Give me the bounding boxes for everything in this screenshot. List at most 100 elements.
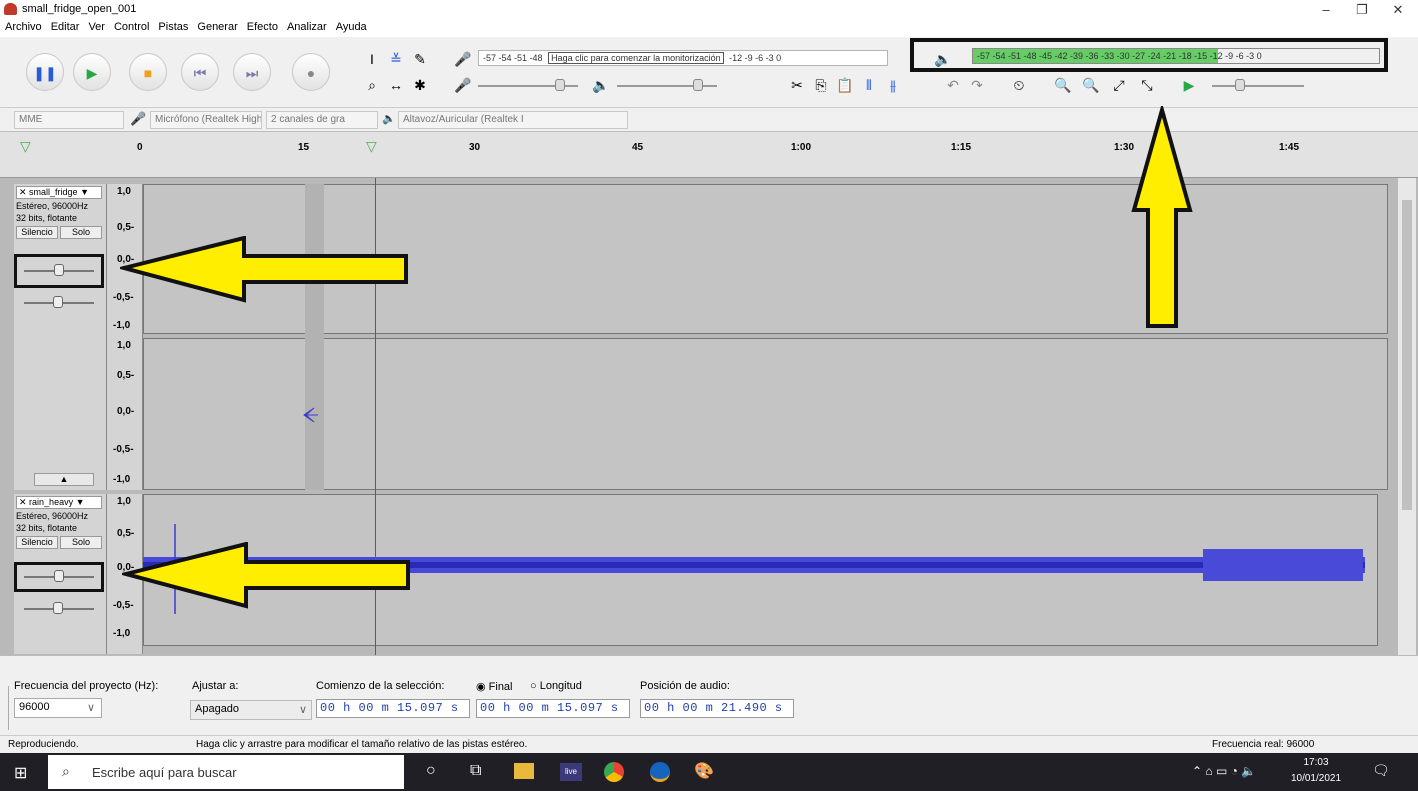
notifications-icon[interactable]: 🗨 <box>1372 762 1390 779</box>
track-control-panel-small-fridge: ✕ small_fridge ▼ Estéreo, 96000Hz 32 bit… <box>14 184 107 490</box>
chrome-icon[interactable] <box>604 762 624 782</box>
track-name-menu[interactable]: ✕ rain_heavy ▼ <box>16 496 102 509</box>
copy-icon[interactable]: ⎘ <box>810 73 832 95</box>
play-speed-thumb[interactable] <box>1235 79 1245 91</box>
pause-button[interactable]: ❚❚ <box>26 53 64 91</box>
record-volume-mic-icon: 🎤 <box>454 77 472 93</box>
play-head-marker-icon[interactable]: ▽ <box>366 138 377 155</box>
gain-slider-thumb[interactable] <box>54 570 64 582</box>
zoom-tool-icon[interactable]: ⌕ <box>361 73 383 95</box>
menu-editar[interactable]: Editar <box>46 19 84 33</box>
gain-slider-thumb[interactable] <box>54 264 64 276</box>
mute-button[interactable]: Silencio <box>16 536 58 549</box>
live-app-icon[interactable]: live <box>560 763 582 781</box>
cut-icon[interactable]: ✂ <box>786 73 808 95</box>
multi-tool-icon[interactable]: ✱ <box>409 73 431 95</box>
title-bar: small_fridge_open_001 – ❐ ✕ <box>0 0 1418 19</box>
selection-end-time[interactable]: 00 h 00 m 15.097 s <box>476 699 630 718</box>
playback-meter[interactable]: -57 -54 -51 -48 -45 -42 -39 -36 -33 -30 … <box>972 48 1380 64</box>
playback-volume-speaker-icon: 🔈 <box>592 77 610 93</box>
project-rate-select[interactable]: 96000 ∨ <box>14 698 102 718</box>
paste-icon[interactable]: 📋 <box>834 73 856 95</box>
zoom-out-icon[interactable]: 🔍 <box>1080 73 1102 95</box>
record-volume-thumb[interactable] <box>555 79 565 91</box>
menu-analizar[interactable]: Analizar <box>282 19 331 33</box>
snap-to-select[interactable]: Apagado ∨ <box>190 700 312 720</box>
vertical-scrollbar[interactable] <box>1398 178 1416 655</box>
pin-head-icon[interactable]: ▽ <box>20 138 31 155</box>
record-button[interactable]: ● <box>292 53 330 91</box>
axis-label: -1,0 <box>113 474 131 485</box>
solo-button[interactable]: Solo <box>60 536 102 549</box>
vertical-ruler-track-1[interactable]: 1,0 0,5- 0,0- -0,5- -1,0 1,0 0,5- 0,0- -… <box>107 184 143 490</box>
solo-button[interactable]: Solo <box>60 226 102 239</box>
selection-tool-icon[interactable]: I <box>361 47 383 69</box>
cortana-icon[interactable]: ○ <box>426 762 436 780</box>
skip-end-button[interactable]: ⏭ <box>233 53 271 91</box>
menu-ver[interactable]: Ver <box>83 19 109 33</box>
track-format-info: Estéreo, 96000Hz <box>16 511 89 521</box>
task-view-icon[interactable]: ⧉ <box>470 762 481 780</box>
recording-meter-scale-right: -12 -9 -6 -3 0 <box>729 53 782 63</box>
minimize-button[interactable]: – <box>1308 0 1344 19</box>
audio-host-select[interactable]: MME <box>14 111 124 129</box>
fit-selection-icon[interactable]: ⤢ <box>1108 73 1130 95</box>
audio-position-time[interactable]: 00 h 00 m 21.490 s <box>640 699 794 718</box>
windows-start-icon[interactable]: ⊞ <box>14 763 27 783</box>
envelope-tool-icon[interactable]: ≚ <box>385 47 407 69</box>
sync-lock-icon[interactable]: ⏲ <box>1008 73 1030 95</box>
menu-generar[interactable]: Generar <box>192 19 241 33</box>
paint-app-icon[interactable]: 🎨 <box>694 761 714 781</box>
waveform-right-channel-track-1[interactable] <box>143 338 1388 490</box>
output-device-select[interactable]: Altavoz/Auricular (Realtek I <box>398 111 628 129</box>
play-speed-slider[interactable] <box>1212 85 1304 87</box>
status-playing: Reproduciendo. <box>8 739 79 750</box>
track-name: rain_heavy <box>29 497 74 507</box>
vertical-scrollbar-thumb[interactable] <box>1402 200 1412 510</box>
project-rate-value: 96000 <box>19 701 50 713</box>
output-device-speaker-icon: 🔈 <box>382 113 396 125</box>
axis-label: 1,0 <box>117 496 131 507</box>
system-tray-icons[interactable]: ⌃ ⌂ ▭ ◔ 🔈 <box>1192 764 1256 778</box>
zoom-in-icon[interactable]: 🔍 <box>1052 73 1074 95</box>
close-button[interactable]: ✕ <box>1380 0 1416 19</box>
timeline-ruler[interactable]: ▽ ▽ 0 15 30 45 1:00 1:15 1:30 1:45 <box>0 132 1418 178</box>
record-meter-mic-icon: 🎤 <box>454 51 472 67</box>
play-button[interactable]: ▶ <box>73 53 111 91</box>
playback-volume-thumb[interactable] <box>693 79 703 91</box>
menu-archivo[interactable]: Archivo <box>0 19 46 33</box>
maximize-button[interactable]: ❐ <box>1344 0 1380 19</box>
redo-icon[interactable]: ↷ <box>966 73 988 95</box>
menu-efecto[interactable]: Efecto <box>242 19 282 33</box>
input-device-select[interactable]: Micrófono (Realtek High D <box>150 111 262 129</box>
file-explorer-icon[interactable] <box>514 763 534 779</box>
selection-start-time[interactable]: 00 h 00 m 15.097 s <box>316 699 470 718</box>
fit-project-icon[interactable]: ⤡ <box>1136 73 1158 95</box>
audacity-taskbar-icon[interactable] <box>650 762 670 782</box>
recording-meter[interactable]: -57 -54 -51 -48 Haga clic para comenzar … <box>478 50 888 66</box>
timeshift-tool-icon[interactable]: ↔ <box>385 73 407 95</box>
stop-button[interactable]: ■ <box>129 53 167 91</box>
mute-button[interactable]: Silencio <box>16 226 58 239</box>
monitoring-prompt[interactable]: Haga clic para comenzar la monitorizació… <box>548 52 724 64</box>
channels-select[interactable]: 2 canales de gra <box>266 111 378 129</box>
draw-tool-icon[interactable]: ✎ <box>409 47 431 69</box>
undo-icon[interactable]: ↶ <box>942 73 964 95</box>
play-at-speed-icon[interactable]: ▶ <box>1178 73 1200 95</box>
skip-start-button[interactable]: ⏮ <box>181 53 219 91</box>
menu-ayuda[interactable]: Ayuda <box>331 19 371 33</box>
clock-time[interactable]: 17:03 <box>1292 757 1340 768</box>
pan-slider-thumb[interactable] <box>53 296 63 308</box>
pan-slider-thumb[interactable] <box>53 602 63 614</box>
option-length-radio[interactable]: ○ Longitud <box>530 680 582 692</box>
option-final-radio[interactable]: ◉ Final <box>476 680 513 693</box>
menu-pistas[interactable]: Pistas <box>153 19 192 33</box>
audio-position-label: Posición de audio: <box>640 680 730 692</box>
trim-icon[interactable]: ⫴ <box>858 73 880 95</box>
collapse-track-button[interactable]: ▲ <box>34 473 94 486</box>
silence-icon[interactable]: ⫵ <box>882 73 904 95</box>
taskbar-search-box[interactable]: ⌕ Escribe aquí para buscar <box>48 755 404 789</box>
menu-control[interactable]: Control <box>109 19 153 33</box>
clock-date[interactable]: 10/01/2021 <box>1284 773 1348 784</box>
track-name-menu[interactable]: ✕ small_fridge ▼ <box>16 186 102 199</box>
